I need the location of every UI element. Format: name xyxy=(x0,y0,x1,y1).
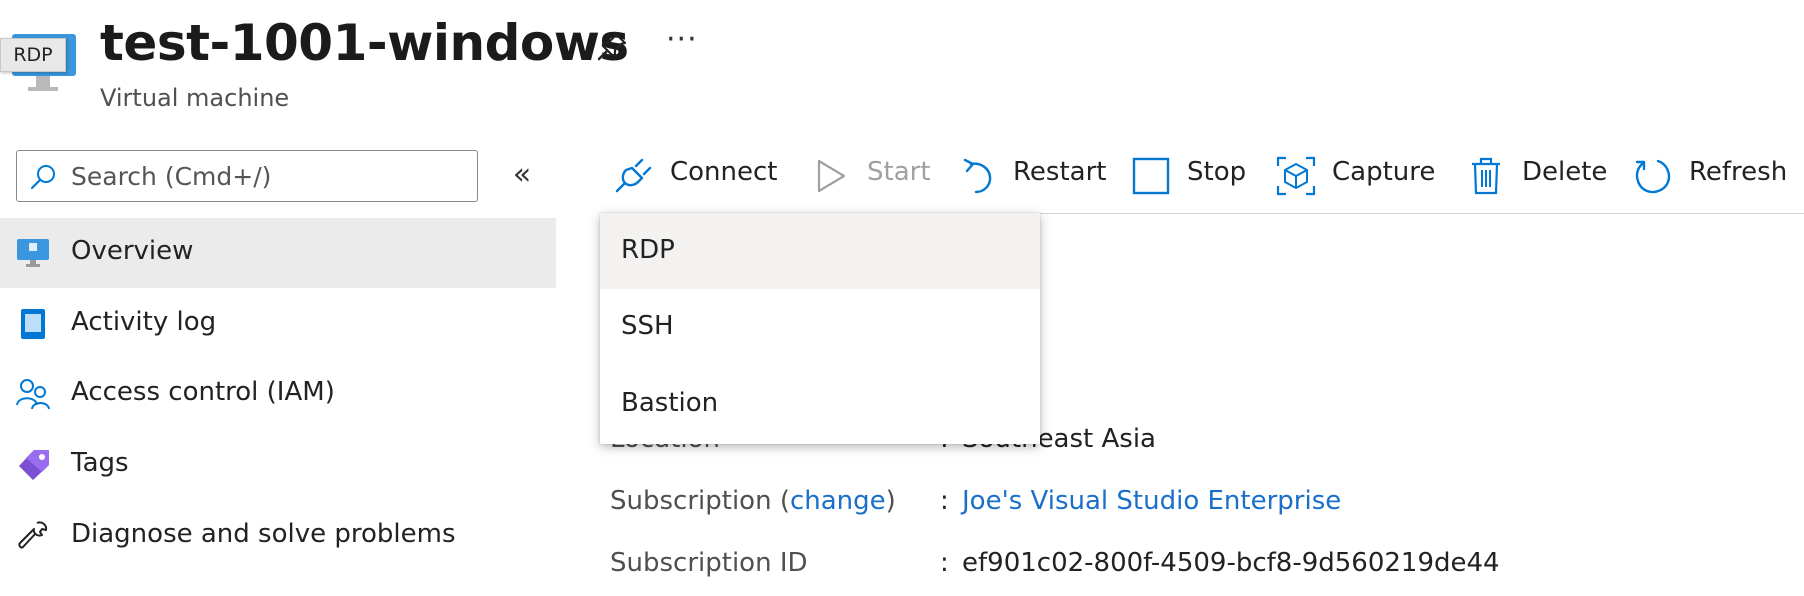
sidebar-item-label: Tags xyxy=(71,448,129,478)
subscription-value-link[interactable]: Joe's Visual Studio Enterprise xyxy=(962,486,1341,516)
plug-icon xyxy=(615,158,652,193)
stop-label: Stop xyxy=(1187,157,1247,187)
sidebar-item-diagnose[interactable]: Diagnose and solve problems xyxy=(0,501,556,571)
people-icon xyxy=(16,379,50,410)
sidebar-item-tags[interactable]: Tags xyxy=(0,430,556,500)
subscription-id-label: Subscription ID xyxy=(610,548,808,578)
sidebar-item-activity-log[interactable]: Activity log xyxy=(0,289,556,359)
subscription-label-suffix: ) xyxy=(885,486,896,516)
activity-log-icon xyxy=(21,309,45,339)
subscription-id-colon: : xyxy=(940,548,949,578)
subscription-id-value: ef901c02-800f-4509-bcf8-9d560219de44 xyxy=(962,548,1500,578)
connect-menu-item-bastion[interactable]: Bastion xyxy=(600,366,1040,442)
pin-icon xyxy=(597,31,627,61)
rdp-tooltip-tag: RDP xyxy=(0,38,66,72)
search-input[interactable] xyxy=(71,159,467,193)
restart-label: Restart xyxy=(1013,157,1107,187)
restart-icon xyxy=(963,158,992,194)
sidebar-item-access-control[interactable]: Access control (IAM) xyxy=(0,359,556,429)
delete-label: Delete xyxy=(1522,157,1608,187)
search-icon xyxy=(30,165,55,190)
start-label: Start xyxy=(867,157,931,187)
wrench-icon xyxy=(18,521,48,549)
collapse-sidebar-button[interactable]: « xyxy=(504,158,540,194)
connect-label: Connect xyxy=(670,157,778,187)
refresh-label: Refresh xyxy=(1689,157,1788,187)
search-box[interactable] xyxy=(16,150,478,202)
stop-icon xyxy=(1132,157,1170,195)
change-subscription-link[interactable]: change xyxy=(790,486,886,516)
sidebar-item-label: Diagnose and solve problems xyxy=(71,519,456,549)
page-title: test-1001-windows xyxy=(100,14,629,72)
monitor-icon xyxy=(17,239,49,267)
connect-menu-item-ssh[interactable]: SSH xyxy=(600,289,1040,365)
capture-label: Capture xyxy=(1332,157,1436,187)
subscription-label-prefix: Subscription ( xyxy=(610,486,790,516)
sidebar-item-overview[interactable]: Overview xyxy=(0,218,556,288)
menu-item-label: Bastion xyxy=(621,388,719,418)
menu-item-label: RDP xyxy=(621,235,675,265)
menu-item-label: SSH xyxy=(621,311,674,341)
play-icon xyxy=(817,159,846,193)
capture-icon xyxy=(1276,156,1316,196)
subscription-colon: : xyxy=(940,486,949,516)
sidebar-item-label: Access control (IAM) xyxy=(71,377,335,407)
pin-button[interactable] xyxy=(594,28,630,64)
more-options-button[interactable]: ··· xyxy=(666,22,698,57)
tag-icon xyxy=(19,450,49,480)
sidebar-item-label: Overview xyxy=(71,236,194,266)
refresh-icon xyxy=(1635,159,1671,194)
trash-icon xyxy=(1472,157,1500,195)
page-subtitle: Virtual machine xyxy=(100,84,290,112)
command-bar: Connect Start Restart Stop Capture Delet… xyxy=(600,148,1804,204)
connect-menu-item-rdp[interactable]: RDP xyxy=(600,213,1040,289)
subscription-label: Subscription (change) xyxy=(610,486,896,516)
connect-dropdown-menu: RDP SSH Bastion xyxy=(600,213,1040,444)
sidebar-item-label: Activity log xyxy=(71,307,217,337)
